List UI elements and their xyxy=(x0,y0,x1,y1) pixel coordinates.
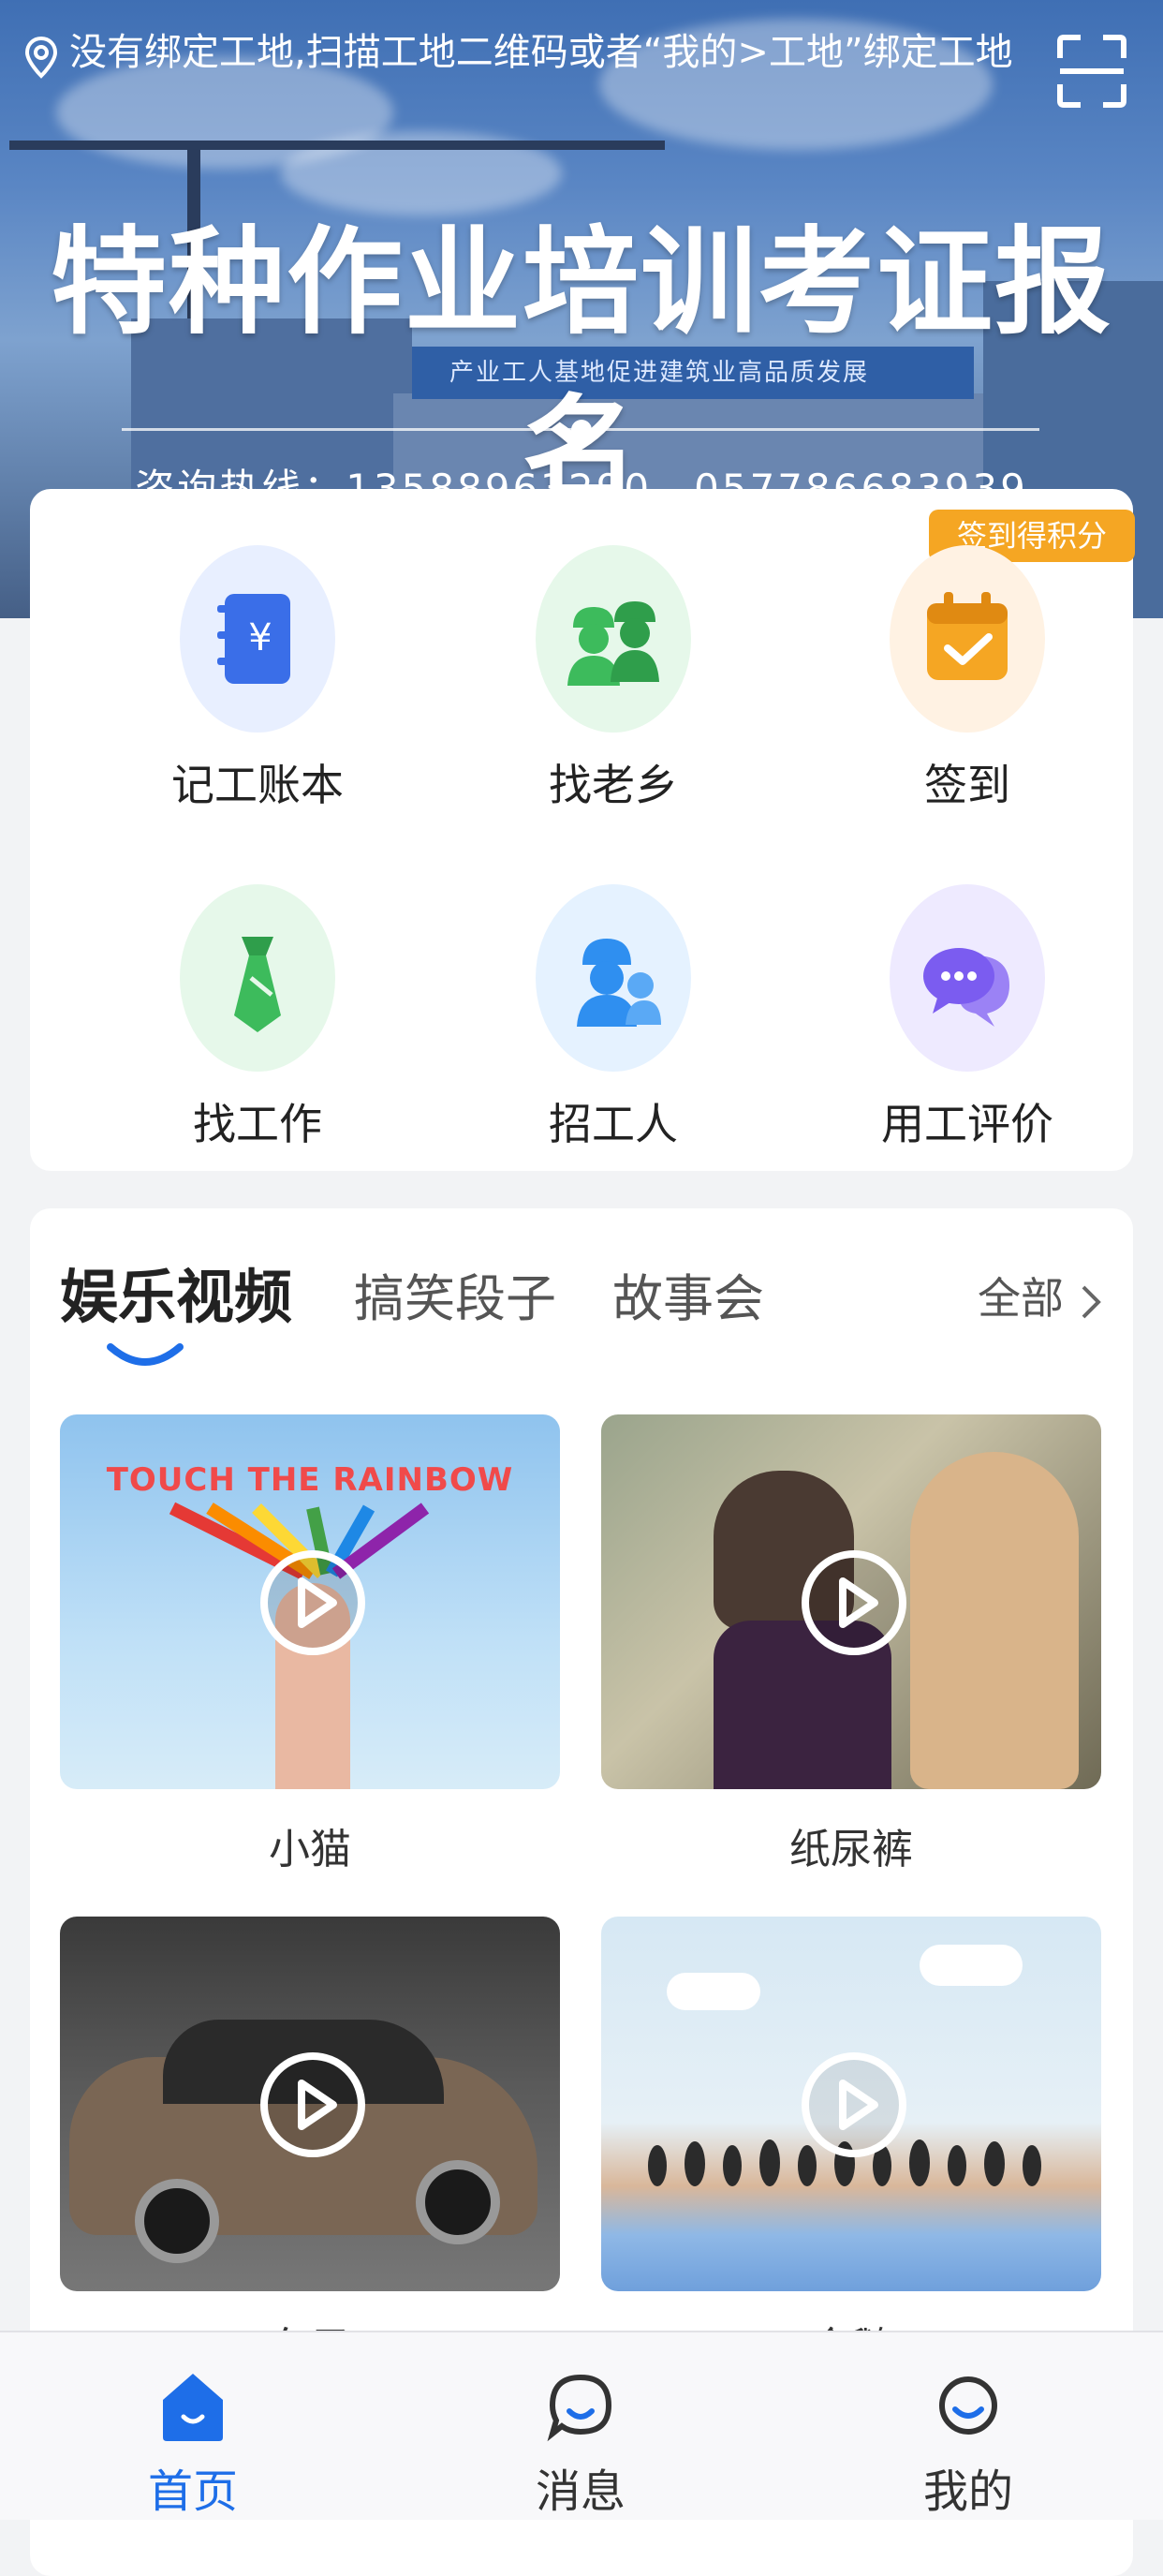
message-bubble-icon xyxy=(547,2374,612,2442)
menu-item-checkin[interactable]: 签到 xyxy=(813,517,1122,826)
video-thumbnail[interactable] xyxy=(601,1917,1101,2291)
video-title: 小猫 xyxy=(269,1826,351,1873)
menu-item-ledger[interactable]: ¥ 记工账本 xyxy=(103,517,412,826)
thumbnail-person-back xyxy=(910,1452,1079,1789)
profile-icon xyxy=(939,2376,997,2435)
menu-icon-bg xyxy=(890,545,1045,733)
play-icon xyxy=(260,1550,365,1655)
thumbnail-car-wheel xyxy=(416,2160,500,2244)
active-tab-indicator xyxy=(107,1343,184,1366)
tabbar-messages[interactable]: 消息 xyxy=(440,2332,721,2520)
menu-item-find-job[interactable]: 找工作 xyxy=(103,856,412,1165)
menu-icon-bg xyxy=(890,884,1045,1072)
tabbar-label: 消息 xyxy=(535,2465,626,2518)
scan-qr-icon[interactable] xyxy=(1056,34,1127,109)
thumbnail-car-wheel xyxy=(135,2179,219,2263)
quick-menu-card: 签到得积分 ¥ 记工账本 找老乡 签到 找工作 招工人 用工评价 xyxy=(30,489,1135,1171)
view-all-label: 全部 xyxy=(978,1273,1064,1324)
tabbar-profile[interactable]: 我的 xyxy=(828,2332,1109,2520)
chat-bubbles-icon xyxy=(923,948,1009,1027)
menu-label: 招工人 xyxy=(549,1099,678,1149)
tie-icon xyxy=(234,937,281,1032)
location-notice-text: 没有绑定工地,扫描工地二维码或者“我的>工地”绑定工地 xyxy=(69,31,1013,74)
video-thumbnail[interactable] xyxy=(601,1414,1101,1789)
home-icon xyxy=(163,2374,223,2441)
menu-label: 签到 xyxy=(924,760,1010,810)
tab-story[interactable]: 故事会 xyxy=(612,1257,764,1331)
video-title: 纸尿裤 xyxy=(789,1826,913,1873)
workers-helmet-icon xyxy=(567,601,659,686)
tabbar-label: 我的 xyxy=(922,2465,1013,2518)
calendar-check-icon xyxy=(927,592,1008,680)
play-icon xyxy=(802,1550,906,1655)
banner-crane-arm xyxy=(9,141,665,150)
tabbar-label: 首页 xyxy=(147,2465,238,2518)
play-icon xyxy=(802,2052,906,2157)
worker-recruit-icon xyxy=(577,939,661,1027)
video-thumbnail[interactable] xyxy=(60,1917,560,2291)
tab-entertainment-video[interactable]: 娱乐视频 xyxy=(60,1250,292,1334)
bottom-tab-bar: 首页 消息 我的 xyxy=(0,2331,1163,2520)
menu-icon-bg xyxy=(180,884,335,1072)
thumbnail-cloud xyxy=(920,1945,1023,1986)
tabbar-home[interactable]: 首页 xyxy=(52,2332,333,2520)
menu-label: 找老乡 xyxy=(549,760,678,810)
menu-item-employer-review[interactable]: 用工评价 xyxy=(813,856,1122,1165)
svg-text:¥: ¥ xyxy=(248,616,272,659)
tab-jokes[interactable]: 搞笑段子 xyxy=(354,1257,556,1331)
menu-icon-bg: ¥ xyxy=(180,545,335,733)
location-pin-icon xyxy=(24,36,58,79)
menu-label: 记工账本 xyxy=(171,760,344,810)
view-all-link[interactable]: 全部 xyxy=(978,1265,1104,1326)
thumbnail-overlay-text: TOUCH THE RAINBOW xyxy=(106,1461,514,1499)
ledger-icon: ¥ xyxy=(217,594,290,684)
menu-item-find-fellow[interactable]: 找老乡 xyxy=(459,517,768,826)
menu-item-recruit[interactable]: 招工人 xyxy=(459,856,768,1165)
menu-icon-bg xyxy=(536,884,691,1072)
carousel-indicator[interactable] xyxy=(571,420,592,440)
menu-label: 用工评价 xyxy=(881,1099,1053,1149)
menu-label: 找工作 xyxy=(193,1099,322,1149)
play-icon xyxy=(260,2052,365,2157)
chevron-right-icon xyxy=(1082,1285,1101,1318)
thumbnail-cloud xyxy=(667,1973,760,2010)
menu-icon-bg xyxy=(536,545,691,733)
video-thumbnail[interactable]: TOUCH THE RAINBOW xyxy=(60,1414,560,1789)
